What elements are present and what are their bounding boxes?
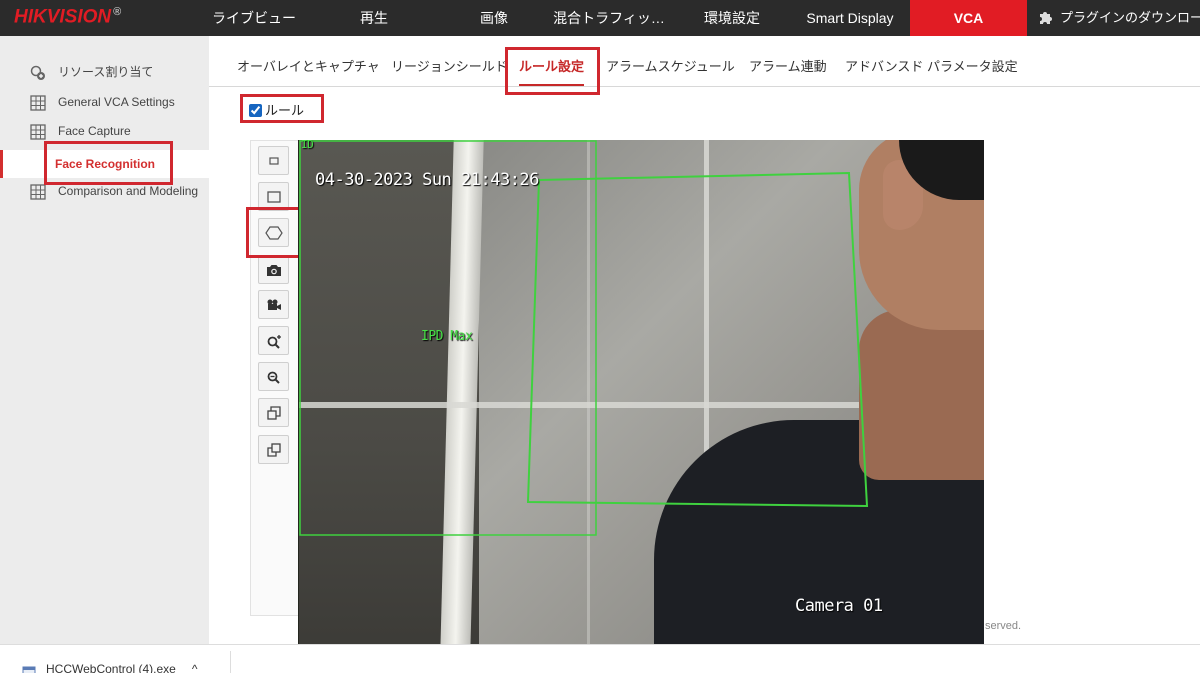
grid-icon: [30, 95, 46, 111]
puzzle-icon: [1040, 12, 1052, 24]
download-bar: HCCWebControl (4).exe ^: [0, 644, 1200, 673]
exe-file-icon: [22, 666, 36, 673]
grid-icon: [30, 124, 46, 140]
window-restore-icon: [266, 405, 281, 420]
rectangle-icon: [266, 190, 281, 203]
chevron-up-icon[interactable]: ^: [192, 662, 198, 673]
detection-overlay: [299, 140, 869, 536]
window-shrink-button[interactable]: [258, 435, 289, 464]
camera-icon: [266, 264, 281, 276]
hikvision-logo: HIKVISION ®: [14, 6, 121, 28]
rule-enable-checkbox[interactable]: ルール: [249, 100, 304, 119]
logo-registered-mark: ®: [113, 6, 122, 18]
zoom-in-icon: [267, 334, 281, 349]
nav-picture[interactable]: 画像: [440, 0, 548, 36]
face-detection-polygon: [526, 171, 869, 508]
video-camera-icon: [267, 299, 281, 310]
tab-alarm-schedule[interactable]: アラームスケジュール: [606, 36, 735, 87]
zoom-in-button[interactable]: [258, 326, 289, 355]
sidebar-item-label: General VCA Settings: [58, 95, 175, 109]
live-video-view[interactable]: ID 04-30-2023 Sun 21:43:26 IPD Max Camer…: [298, 140, 984, 652]
nav-playback[interactable]: 再生: [320, 0, 428, 36]
rule-checkbox-label: ルール: [265, 103, 305, 118]
tab-alarm-linkage[interactable]: アラーム連動: [749, 36, 827, 87]
resource-icon: [30, 65, 45, 80]
nav-vca[interactable]: VCA: [910, 0, 1027, 36]
sidebar-item-label: Face Recognition: [55, 157, 156, 171]
rule-checkbox-input[interactable]: [249, 104, 262, 117]
grid-icon: [30, 184, 46, 200]
copyright-footer: served.: [985, 620, 1022, 632]
app-window: HIKVISION ® ライブビュー 再生 画像 混合トラフィッ… 環境設定 Sm…: [0, 0, 1200, 673]
nav-configuration[interactable]: 環境設定: [678, 0, 786, 36]
zoom-out-button[interactable]: [258, 362, 289, 391]
video-timestamp: 04-30-2023 Sun 21:43:26: [315, 170, 539, 190]
tab-region-shield[interactable]: リージョンシールド: [391, 36, 508, 87]
plugin-download-label: プラグインのダウンロード: [1060, 10, 1200, 25]
plugin-download-link[interactable]: プラグインのダウンロード: [1038, 0, 1200, 36]
tab-advanced-parameters[interactable]: アドバンスド パラメータ設定: [845, 36, 1018, 87]
sidebar-item-label: Comparison and Modeling: [58, 184, 199, 198]
sidebar-item-general-vca-settings[interactable]: General VCA Settings: [0, 88, 209, 116]
snapshot-button[interactable]: [258, 255, 289, 284]
draw-rectangle-button[interactable]: [258, 182, 289, 211]
sidebar: リソース割り当て General VCA Settings Face Captu…: [0, 36, 209, 644]
record-button[interactable]: [258, 290, 289, 319]
polygon-icon: [264, 225, 283, 240]
sidebar-item-label: Face Capture: [58, 124, 131, 138]
nav-smart-display[interactable]: Smart Display: [792, 0, 908, 36]
nav-live-view[interactable]: ライブビュー: [200, 0, 308, 36]
small-rectangle-icon: [268, 156, 279, 165]
zoom-out-icon: [267, 371, 280, 384]
logo-text: HIKVISION: [14, 6, 112, 28]
tab-overlay-capture[interactable]: オーバレイとキャプチャ: [237, 36, 380, 87]
download-bar-divider: [230, 651, 231, 673]
window-restore-button[interactable]: [258, 398, 289, 427]
settings-tabs: オーバレイとキャプチャ リージョンシールド ルール設定 アラームスケジュール ア…: [209, 36, 1200, 87]
region-corner-label: ID: [301, 140, 314, 151]
download-item[interactable]: HCCWebControl (4).exe ^: [46, 662, 197, 673]
draw-small-rectangle-button[interactable]: [258, 146, 289, 175]
sidebar-item-comparison-and-modeling[interactable]: Comparison and Modeling: [0, 177, 209, 205]
nav-mixed-traffic[interactable]: 混合トラフィッ…: [548, 0, 670, 36]
sidebar-item-label: リソース割り当て: [58, 65, 154, 79]
sidebar-item-face-capture[interactable]: Face Capture: [0, 117, 209, 145]
draw-polygon-button[interactable]: [258, 218, 289, 247]
tab-rule-settings[interactable]: ルール設定: [519, 36, 585, 86]
sidebar-item-resource-allocation[interactable]: リソース割り当て: [0, 58, 209, 86]
sidebar-item-face-recognition[interactable]: Face Recognition: [0, 150, 209, 178]
window-shrink-icon: [266, 442, 281, 457]
ipd-max-label: IPD Max: [421, 329, 473, 344]
download-file-name: HCCWebControl (4).exe: [46, 662, 176, 673]
top-navigation-bar: HIKVISION ® ライブビュー 再生 画像 混合トラフィッ… 環境設定 Sm…: [0, 0, 1200, 36]
camera-name-label: Camera 01: [795, 596, 883, 616]
